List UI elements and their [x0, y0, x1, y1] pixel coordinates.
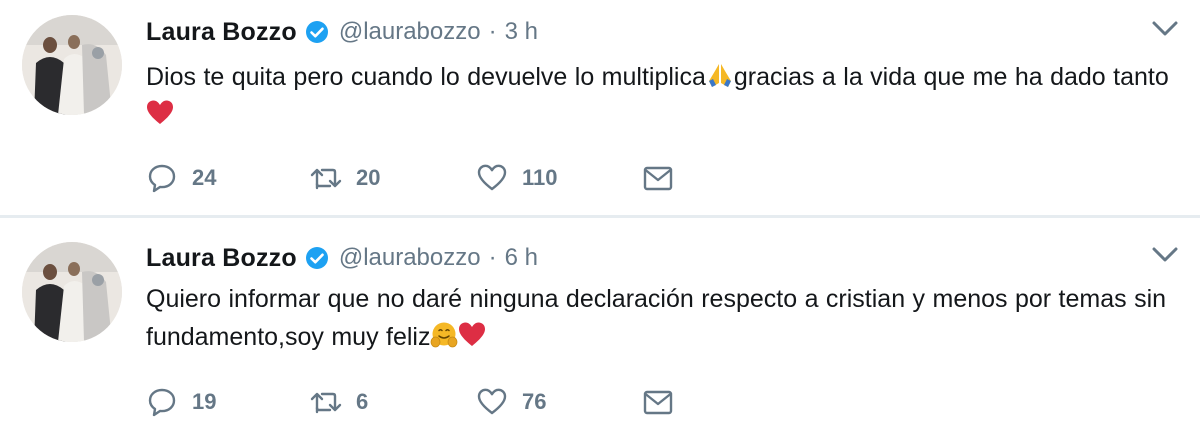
red-heart-icon: [459, 322, 486, 346]
avatar[interactable]: [22, 242, 122, 342]
reply-icon[interactable]: [146, 386, 178, 418]
heart-outline-icon[interactable]: [476, 162, 508, 194]
reply-icon[interactable]: [146, 162, 178, 194]
retweet-count: 20: [356, 165, 381, 190]
reply-action[interactable]: 24: [146, 158, 216, 198]
tweet[interactable]: Laura Bozzo @laurabozzo · 6 h Quiero inf…: [0, 218, 1200, 436]
direct-message-action[interactable]: [642, 158, 674, 198]
tweet-text-part: Dios te quita pero cuando lo devuelve lo…: [146, 63, 706, 91]
reply-count: 19: [192, 389, 217, 414]
avatar-photo: [22, 15, 122, 115]
separator: ·: [488, 18, 497, 45]
like-action[interactable]: 76: [476, 382, 546, 422]
timestamp[interactable]: 6 h: [505, 244, 538, 272]
retweet-icon[interactable]: [310, 162, 342, 194]
tweet-header: Laura Bozzo @laurabozzo · 3 h: [146, 14, 538, 50]
like-count: 110: [522, 165, 558, 190]
tweet[interactable]: Laura Bozzo @laurabozzo · 3 h Dios te qu…: [0, 0, 1200, 216]
username[interactable]: @laurabozzo: [339, 244, 481, 272]
avatar-photo: [22, 242, 122, 342]
envelope-icon[interactable]: [642, 162, 674, 194]
tweet-text-part: gracias a la vida que me ha dado tanto: [733, 63, 1169, 91]
like-action[interactable]: 110: [476, 158, 558, 198]
retweet-icon[interactable]: [310, 386, 342, 418]
retweet-action[interactable]: 6: [310, 382, 368, 422]
tweet-actions: 24 20 110: [146, 158, 706, 198]
like-count: 76: [522, 389, 547, 414]
tweet-text-part: Quiero informar que no daré ninguna decl…: [146, 285, 1167, 351]
avatar[interactable]: [22, 15, 122, 115]
folded-hands-icon: [708, 64, 731, 87]
reply-action[interactable]: 19: [146, 382, 216, 422]
chevron-down-icon[interactable]: [1150, 18, 1180, 40]
display-name[interactable]: Laura Bozzo: [146, 244, 297, 273]
reply-count: 24: [192, 165, 217, 190]
tweet-text: Dios te quita pero cuando lo devuelve lo…: [146, 58, 1176, 134]
verified-badge-icon: [305, 21, 328, 43]
heart-outline-icon[interactable]: [476, 386, 508, 418]
separator: ·: [488, 244, 497, 271]
tweet-text: Quiero informar que no daré ninguna decl…: [146, 280, 1176, 356]
verified-badge-icon: [305, 247, 328, 269]
hugging-face-icon: [431, 322, 458, 348]
red-heart-icon: [147, 100, 173, 124]
display-name[interactable]: Laura Bozzo: [146, 18, 297, 47]
retweet-action[interactable]: 20: [310, 158, 380, 198]
tweet-header: Laura Bozzo @laurabozzo · 6 h: [146, 240, 538, 276]
envelope-icon[interactable]: [642, 386, 674, 418]
direct-message-action[interactable]: [642, 382, 674, 422]
retweet-count: 6: [356, 389, 369, 414]
tweet-actions: 19 6 76: [146, 382, 706, 422]
timestamp[interactable]: 3 h: [505, 18, 538, 46]
chevron-down-icon[interactable]: [1150, 244, 1180, 266]
username[interactable]: @laurabozzo: [339, 18, 481, 46]
